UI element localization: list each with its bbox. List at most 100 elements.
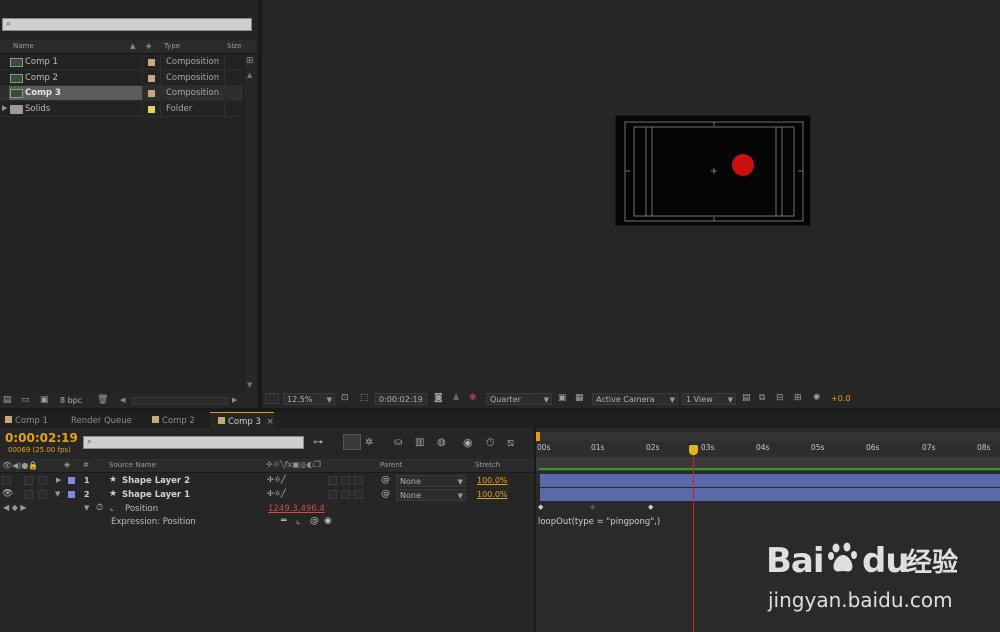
current-time-indicator[interactable]	[693, 445, 694, 632]
auto-keyframe-icon[interactable]: ⏱	[486, 437, 495, 448]
magnification-dropdown[interactable]: 12.5% ▼	[283, 393, 335, 405]
exposure-value[interactable]: +0.0	[831, 395, 850, 403]
current-time-field[interactable]: 0:00:02:19	[375, 393, 427, 405]
expand-triangle-icon[interactable]: ▶	[2, 105, 7, 112]
column-size[interactable]: Size	[227, 43, 241, 50]
timeline-link-icon[interactable]: ⊟	[776, 394, 784, 403]
layer-row[interactable]: ▶ 1 ★ Shape Layer 2 ✢☼╱ @ None ▼ 100.0%	[0, 474, 534, 488]
scroll-down-icon[interactable]: ▼	[247, 382, 252, 389]
av-features-icons[interactable]: 👁◀)●🔒	[2, 462, 38, 470]
expression-enable-icon[interactable]: ═	[281, 517, 286, 526]
graph-editor-icon[interactable]: ⧅	[507, 437, 514, 448]
pick-whip-icon[interactable]: @	[381, 490, 390, 499]
label-color-swatch[interactable]	[68, 491, 75, 498]
layer-bar-shape-layer-1[interactable]	[540, 488, 1000, 501]
show-snapshot-icon[interactable]: ♟	[452, 394, 460, 403]
scroll-left-icon[interactable]: ◀	[120, 397, 125, 404]
layer-switches-icons[interactable]: ✢☼╱	[267, 476, 286, 484]
comp-mini-flowchart-icon[interactable]: ⊶	[313, 438, 323, 448]
label-color-swatch[interactable]	[148, 59, 155, 66]
horizontal-scrollbar[interactable]	[132, 397, 228, 405]
switch-box[interactable]	[354, 490, 363, 499]
layer-row[interactable]: 👁 ▼ 2 ★ Shape Layer 1 ✢☼╱ @ None ▼ 100.0%	[0, 488, 534, 502]
label-color-swatch[interactable]	[148, 106, 155, 113]
playhead-handle[interactable]	[689, 445, 698, 455]
label-tag-icon[interactable]: ◈	[146, 43, 151, 50]
draft-3d-icon[interactable]: ✲	[365, 438, 373, 448]
stretch-value[interactable]: 100.0%	[477, 491, 508, 499]
tab-comp-3[interactable]: Comp 3 ×	[210, 412, 274, 428]
shy-layers-icon[interactable]: ⛀	[394, 438, 402, 448]
brainstorm-icon[interactable]: ◉	[463, 437, 473, 448]
parent-dropdown[interactable]: None ▼	[396, 489, 466, 501]
expression-graph-icon[interactable]: ⌞	[296, 517, 300, 526]
switch-box[interactable]	[328, 476, 337, 485]
expand-triangle-icon[interactable]: ▶	[56, 477, 61, 484]
parent-dropdown[interactable]: None ▼	[396, 475, 466, 487]
tab-comp-2[interactable]: Comp 2	[152, 412, 210, 428]
layer-switches-icons[interactable]: ✢☼╱	[267, 490, 286, 498]
frame-blending-icon[interactable]: ▥	[415, 438, 424, 448]
stopwatch-icon[interactable]: ⏱	[96, 504, 103, 513]
stretch-value[interactable]: 100.0%	[477, 477, 508, 485]
project-item[interactable]: Comp 1 Composition	[0, 55, 243, 70]
column-stretch[interactable]: Stretch	[475, 462, 500, 469]
snapshot-camera-icon[interactable]: ◙	[434, 394, 443, 403]
comp-marker-track[interactable]	[536, 457, 1000, 471]
lock-toggle[interactable]	[38, 476, 47, 485]
fast-draft-icon[interactable]: ⧉	[759, 394, 765, 403]
region-of-interest-icon[interactable]: ⊡	[341, 394, 349, 403]
column-parent[interactable]: Parent	[380, 462, 402, 469]
transparency-grid-icon[interactable]: ▦	[575, 394, 584, 403]
flowchart-icon[interactable]: ⊞	[794, 394, 802, 403]
view-layout-dropdown[interactable]: 1 View ▼	[682, 393, 736, 405]
keyframe-icon[interactable]: ◆	[538, 504, 543, 511]
video-toggle[interactable]	[2, 476, 11, 485]
reset-exposure-icon[interactable]: ✺	[813, 394, 821, 403]
pick-whip-icon[interactable]: @	[381, 476, 390, 485]
red-ball-shape[interactable]	[732, 154, 754, 176]
layer-name[interactable]: Shape Layer 2	[122, 477, 190, 486]
label-color-swatch[interactable]	[148, 75, 155, 82]
grid-guides-icon[interactable]: ⬚	[360, 394, 369, 403]
label-color-swatch[interactable]	[148, 90, 155, 97]
graph-icon[interactable]: ⌞	[110, 504, 114, 512]
switch-box[interactable]	[354, 476, 363, 485]
work-area-bar[interactable]	[536, 432, 1000, 441]
solo-toggle[interactable]	[24, 476, 33, 485]
keyframe-icon[interactable]: ◆	[590, 504, 595, 511]
expression-code[interactable]: loopOut(type = "pingpong",)	[538, 518, 660, 527]
trash-icon[interactable]: 🗑	[97, 396, 108, 405]
expression-pickwhip-icon[interactable]: @	[310, 517, 319, 526]
collapse-triangle-icon[interactable]: ▼	[55, 491, 60, 498]
scroll-right-icon[interactable]: ▶	[232, 397, 237, 404]
always-preview-icon[interactable]	[265, 393, 279, 404]
tab-comp-1[interactable]: Comp 1	[5, 412, 63, 428]
switches-icons[interactable]: ✢☼╲fx▣◎◐❒	[266, 461, 321, 469]
keyframe-icon[interactable]: ◆	[648, 504, 653, 511]
work-area-start-handle[interactable]	[536, 432, 540, 441]
project-search-input[interactable]: ⌕	[2, 18, 252, 31]
sort-ascending-icon[interactable]: ▲	[130, 43, 135, 50]
column-number[interactable]: #	[83, 462, 89, 469]
composition-canvas[interactable]	[615, 115, 811, 226]
scroll-up-icon[interactable]: ▲	[247, 72, 252, 79]
color-channels-icon[interactable]: ❋	[469, 394, 477, 403]
keyframe-navigator-icon[interactable]: ◀ ◆ ▶	[3, 504, 27, 512]
project-item-selected[interactable]: Comp 3 Composition	[0, 86, 243, 101]
new-folder-icon[interactable]: ▭	[21, 396, 30, 405]
current-time-display[interactable]: 0:00:02:19	[5, 432, 78, 444]
collapse-triangle-icon[interactable]: ▼	[84, 505, 89, 512]
live-update-icon[interactable]	[343, 434, 361, 450]
resolution-dropdown[interactable]: Quarter ▼	[486, 393, 552, 405]
time-ruler[interactable]: 00s 01s 02s 03s 04s 05s 06s 07s 08s	[536, 441, 1000, 457]
interpret-footage-icon[interactable]: ▤	[3, 396, 12, 405]
switch-box[interactable]	[328, 490, 337, 499]
tab-render-queue[interactable]: Render Queue	[71, 412, 141, 428]
project-scrollbar[interactable]: ⊞ ▲ ▼	[243, 55, 257, 395]
timeline-search-input[interactable]: ⌕	[83, 436, 304, 449]
fast-previews-icon[interactable]: ▣	[558, 394, 567, 403]
column-source-name[interactable]: Source Name	[109, 462, 156, 469]
lock-toggle[interactable]	[38, 490, 47, 499]
bit-depth-button[interactable]: 8 bpc	[60, 397, 82, 405]
